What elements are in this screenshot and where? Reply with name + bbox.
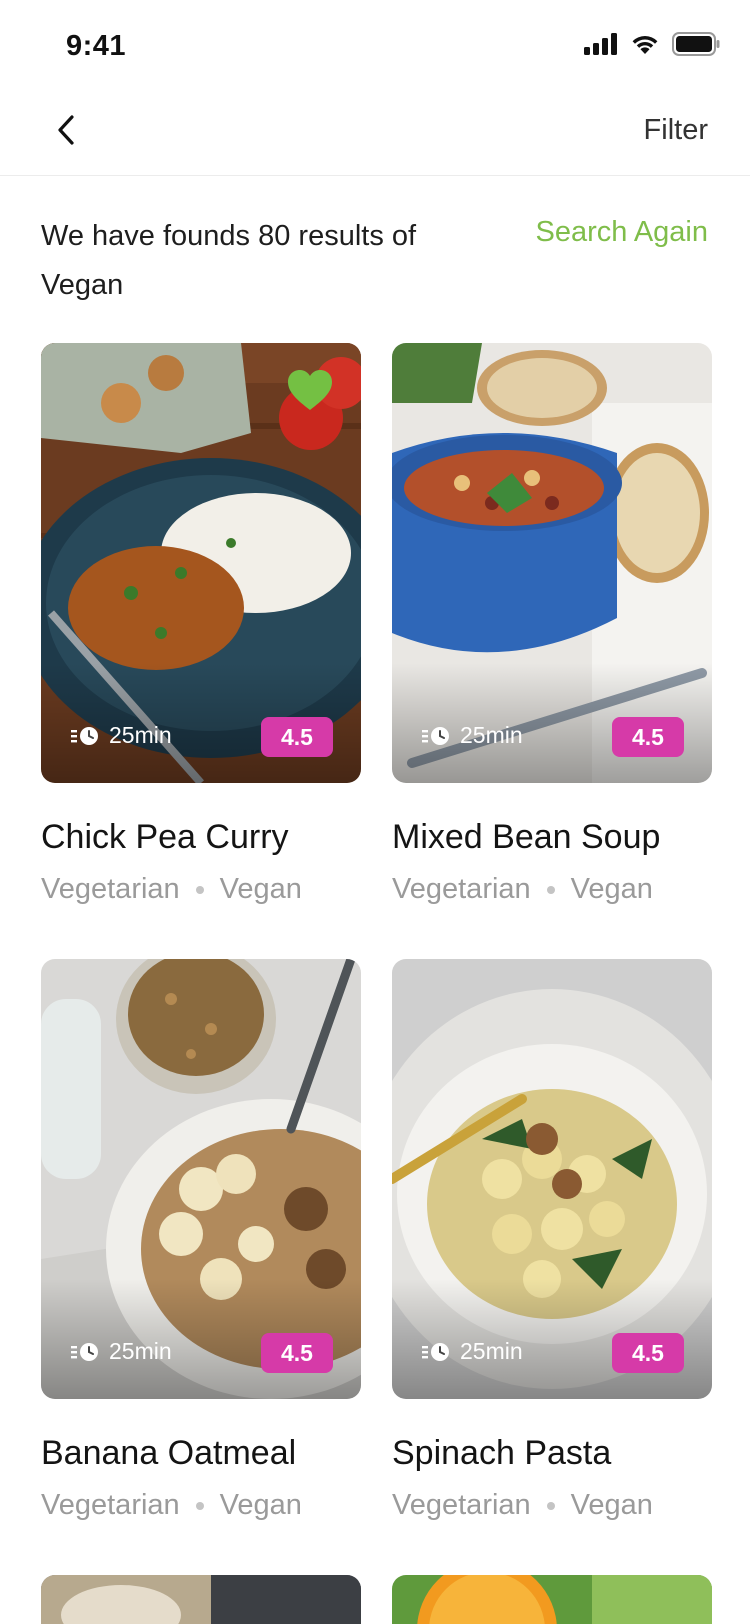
recipe-image: 25min 4.5 [392, 343, 712, 783]
recipe-image: 25min 4.5 [41, 959, 361, 1399]
cook-time: 25min [71, 722, 172, 749]
recipe-tags: Vegetarian Vegan [41, 873, 302, 906]
recipe-card-partial[interactable] [392, 1575, 712, 1624]
tag-label: Vegetarian [41, 1489, 180, 1521]
battery-icon [672, 32, 720, 56]
filter-button[interactable]: Filter [644, 114, 708, 147]
tag-separator [546, 1501, 555, 1510]
recipe-title: Banana Oatmeal [41, 1434, 297, 1472]
cook-time-label: 25min [109, 1338, 172, 1364]
chevron-left-icon [58, 115, 74, 145]
tag-separator [195, 885, 204, 894]
recipe-image: 25min 4.5 [392, 959, 712, 1399]
recipe-title: Mixed Bean Soup [392, 818, 661, 856]
tag-label: Vegetarian [392, 873, 531, 905]
timer-icon [422, 726, 449, 745]
rating-badge: 4.5 [261, 717, 333, 757]
wifi-icon [632, 36, 658, 54]
tag-label: Vegetarian [41, 873, 180, 905]
cook-time-label: 25min [460, 722, 523, 748]
tag-label: Vegan [570, 1489, 653, 1521]
timer-icon [71, 726, 98, 745]
heart-icon[interactable] [287, 369, 333, 411]
status-time: 9:41 [66, 30, 127, 62]
cook-time-label: 25min [109, 722, 172, 748]
rating-badge: 4.5 [612, 717, 684, 757]
cook-time: 25min [71, 1338, 172, 1365]
status-bar: 9:41 [0, 0, 750, 90]
search-again-link[interactable]: Search Again [535, 216, 708, 249]
recipe-card[interactable]: 25min 4.5 Spinach Pasta Vegetarian Vegan [392, 959, 712, 1521]
tag-separator [195, 1501, 204, 1510]
recipe-tags: Vegetarian Vegan [392, 1489, 653, 1522]
recipe-title: Spinach Pasta [392, 1434, 612, 1472]
cook-time: 25min [422, 1338, 523, 1365]
recipe-tags: Vegetarian Vegan [41, 1489, 302, 1522]
tag-label: Vegan [219, 873, 302, 905]
recipe-card-partial[interactable] [41, 1575, 361, 1624]
recipe-title: Chick Pea Curry [41, 818, 289, 856]
rating-badge: 4.5 [612, 1333, 684, 1373]
cook-time: 25min [422, 722, 523, 749]
rating-badge: 4.5 [261, 1333, 333, 1373]
recipe-card[interactable]: 25min 4.5 Mixed Bean Soup Vegetarian Veg… [392, 343, 712, 905]
tag-separator [546, 885, 555, 894]
recipe-photo-partial [392, 1575, 712, 1624]
timer-icon [71, 1342, 98, 1361]
recipe-card[interactable]: 25min 4.5 Chick Pea Curry Vegetarian Veg… [41, 343, 361, 905]
status-icons [584, 32, 720, 56]
tag-label: Vegan [570, 873, 653, 905]
recipe-image: 25min 4.5 [41, 343, 361, 783]
recipe-photo-partial [41, 1575, 361, 1624]
tag-label: Vegetarian [392, 1489, 531, 1521]
recipe-tags: Vegetarian Vegan [392, 873, 653, 906]
recipe-card[interactable]: 25min 4.5 Banana Oatmeal Vegetarian Vega… [41, 959, 361, 1521]
back-button[interactable] [44, 108, 88, 152]
results-summary: We have founds 80 results of Vegan [41, 220, 417, 301]
cook-time-label: 25min [460, 1338, 523, 1364]
tag-label: Vegan [219, 1489, 302, 1521]
nav-bar: Filter [0, 90, 750, 176]
timer-icon [422, 1342, 449, 1361]
signal-icon [584, 33, 617, 55]
